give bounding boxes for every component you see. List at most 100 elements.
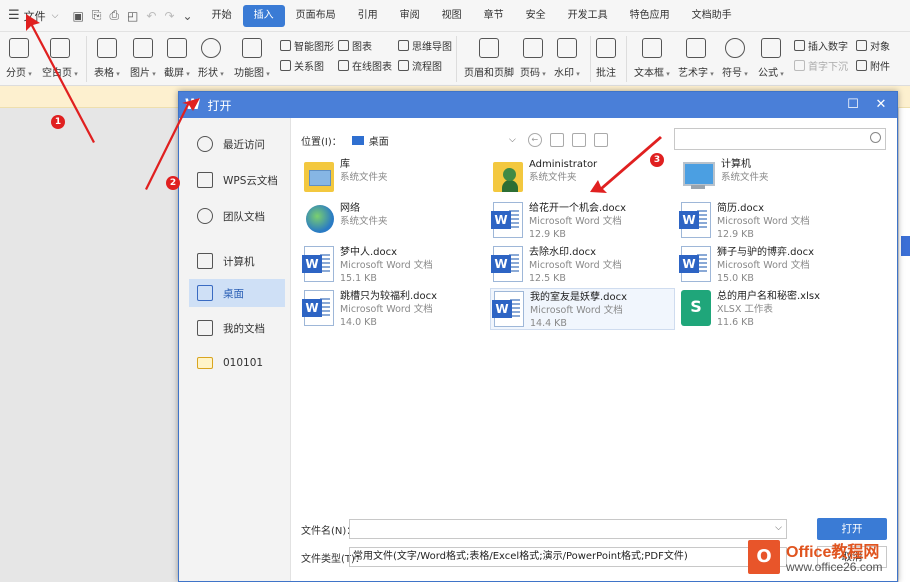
sidebar-item-team-docs[interactable]: 团队文档 [189,202,285,230]
sidebar-item-desktop[interactable]: 桌面 [189,279,285,307]
header-footer-button[interactable]: 页眉和页脚 [464,32,514,79]
desktop-small-icon [351,135,364,145]
new-folder-icon[interactable] [571,133,586,147]
ribbon-tabs: 开始 插入 页面布局 引用 审阅 视图 章节 安全 开发工具 特色应用 文档助手 [201,0,743,31]
file-item-word-doc[interactable]: 梦中人.docxMicrosoft Word 文档15.1 KB [301,244,486,286]
blank-page-button[interactable]: 空白页 [42,32,78,79]
table-button[interactable]: 表格 [94,32,120,79]
save-icon[interactable]: ▣ [72,9,83,23]
tab-featured[interactable]: 特色应用 [619,5,681,27]
file-item-word-doc-selected[interactable]: 我的室友是妖孽.docxMicrosoft Word 文档14.4 KB [490,288,675,330]
file-item-xlsx[interactable]: 总的用户名和秘密.xlsxXLSX 工作表11.6 KB [678,288,863,330]
page-number-button[interactable]: 页码 [520,32,546,79]
sidebar-item-recent[interactable]: 最近访问 [189,130,285,158]
watermark-button[interactable]: 水印 [554,32,580,79]
location-dropdown[interactable]: 桌面 ⌵ [348,130,520,150]
search-input[interactable] [674,128,886,150]
file-item-computer[interactable]: 计算机 系统文件夹 [678,156,863,198]
sidebar-item-wps-cloud[interactable]: WPS云文档 [189,166,285,194]
tab-security[interactable]: 安全 [515,5,557,27]
smart-art-button[interactable]: 智能图形 [280,38,334,53]
desktop-icon [197,285,213,301]
flowchart-button[interactable]: 流程图 [398,58,442,73]
side-panel-tab[interactable] [901,236,910,256]
undo-icon[interactable]: ↶ [146,9,156,23]
filename-input[interactable]: ⌵ [349,519,787,539]
word-art-icon [685,38,706,58]
screenshot-icon [166,38,187,58]
online-chart-button[interactable]: 在线图表 [338,58,392,73]
file-item-network[interactable]: 网络 系统文件夹 [301,200,486,242]
word-doc-icon [679,202,711,238]
tab-review[interactable]: 审阅 [389,5,431,27]
up-folder-icon[interactable] [549,133,564,147]
computer-icon [681,158,715,194]
file-item-library[interactable]: 库系统文件夹 [301,156,486,198]
insert-ribbon: 分页 空白页 表格 图片 截屏 形状 功能图 智能图形 图表 思维导图 关系图 … [0,32,910,86]
back-icon[interactable]: ← [527,133,542,147]
tab-view[interactable]: 视图 [431,5,473,27]
view-mode-icon[interactable] [593,133,608,147]
mind-map-button[interactable]: 思维导图 [398,38,452,53]
tab-developer[interactable]: 开发工具 [557,5,619,27]
text-box-button[interactable]: 文本框 [634,32,670,79]
word-art-button[interactable]: 艺术字 [678,32,714,79]
symbol-button[interactable]: 符号 [722,32,748,79]
print-icon[interactable]: ⎙ [109,8,119,23]
function-chart-button[interactable]: 功能图 [234,32,270,79]
tab-references[interactable]: 引用 [347,5,389,27]
wps-logo-icon: W [185,97,200,113]
file-item-word-doc[interactable]: 简历.docxMicrosoft Word 文档12.9 KB [678,200,863,242]
word-doc-icon [302,246,334,282]
omega-icon [724,38,745,58]
drop-cap-button[interactable]: 首字下沉 [794,58,848,73]
comment-icon [596,38,616,58]
cube-icon [197,172,213,188]
tab-section[interactable]: 章节 [473,5,515,27]
redo-icon[interactable]: ↷ [164,9,174,23]
watermark-brand: Office教程网 [786,544,880,561]
file-item-word-doc[interactable]: 去除水印.docxMicrosoft Word 文档12.5 KB [490,244,675,286]
insert-number-button[interactable]: 插入数字 [794,38,848,53]
sidebar-item-folder-010101[interactable]: 010101 [189,349,285,377]
relation-map-button[interactable]: 关系图 [280,58,324,73]
filetype-select[interactable]: 常用文件(文字/Word格式;表格/Excel格式;演示/PowerPoint格… [349,547,787,567]
comment-button[interactable]: 批注 [596,32,616,79]
format-painter-icon[interactable]: ⎘ [92,8,102,23]
print-preview-icon[interactable]: ◰ [127,9,138,23]
picture-button[interactable]: 图片 [130,32,156,79]
file-item-word-doc[interactable]: 跳槽只为较福利.docxMicrosoft Word 文档14.0 KB [301,288,486,330]
sidebar-item-my-docs[interactable]: 我的文档 [189,314,285,342]
chart-icon [338,40,349,51]
shape-button[interactable]: 形状 [198,32,224,79]
sidebar-item-computer[interactable]: 计算机 [189,247,285,275]
chart-button[interactable]: 图表 [338,38,372,53]
function-chart-icon [241,38,262,58]
object-button[interactable]: 对象 [856,38,890,53]
chevron-down-icon: ⌵ [775,523,782,533]
tab-doc-assistant[interactable]: 文档助手 [681,5,743,27]
attachment-button[interactable]: 附件 [856,58,890,73]
page-break-button[interactable]: 分页 [6,32,32,79]
dialog-titlebar: W 打开 ☐ ✕ [179,92,897,118]
shape-icon [200,38,221,58]
file-item-word-doc[interactable]: 狮子与驴的博弈.docxMicrosoft Word 文档15.0 KB [678,244,863,286]
tab-page-layout[interactable]: 页面布局 [285,5,347,27]
maximize-icon[interactable]: ☐ [839,92,867,118]
tab-home[interactable]: 开始 [201,5,243,27]
screenshot-button[interactable]: 截屏 [164,32,190,79]
quick-access-toolbar: ▣ ⎘ ⎙ ◰ ↶ ↷ ⌄ [64,8,200,23]
right-side-panel [898,108,910,582]
tab-insert[interactable]: 插入 [242,4,285,27]
customize-icon[interactable]: ⌄ [183,9,193,23]
file-menu-button[interactable]: ☰ 文件 ⌵ [0,0,64,31]
close-icon[interactable]: ✕ [867,92,895,118]
chevron-down-icon: ⌵ [508,135,516,145]
hamburger-icon: ☰ [8,8,20,23]
table-icon [96,38,117,58]
object-icon [856,40,867,51]
spreadsheet-icon [681,290,711,326]
file-item-administrator[interactable]: Administrator 系统文件夹 [490,156,675,198]
formula-button[interactable]: 公式 [758,32,784,79]
file-item-word-doc[interactable]: 给花开一个机会.docxMicrosoft Word 文档12.9 KB [490,200,675,242]
